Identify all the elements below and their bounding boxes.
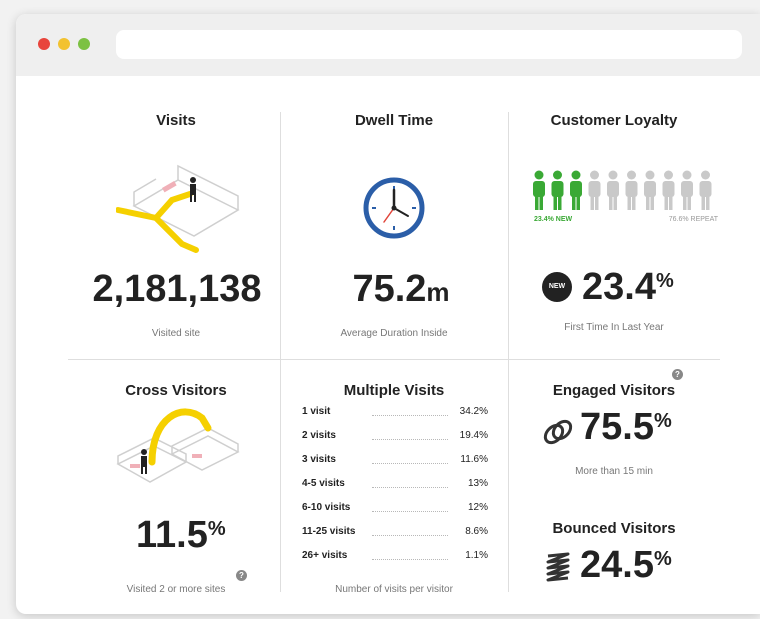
browser-window: Visits 2,181,138 Visited site Dwell Time [16, 14, 760, 614]
multiple-visits-list: 1 visit 34.2% 2 visits 19.4% 3 visits 11.6% 4-… [302, 406, 488, 586]
dot-leader [372, 415, 448, 416]
customer-loyalty-percent: % [655, 270, 674, 292]
table-row: 26+ visits 1.1% [302, 550, 488, 564]
engaged-visitors-value: 75.5% [580, 406, 672, 449]
visit-share-value: 12% [467, 502, 488, 513]
new-customer-person-icon [551, 170, 564, 210]
cross-visitors-info-icon[interactable]: ? [236, 570, 247, 581]
store-entry-illustration [116, 164, 240, 253]
repeat-customer-person-icon [607, 170, 619, 210]
engaged-visitors-caption: More than 15 min [575, 466, 653, 477]
bounced-visitors-percent: % [653, 548, 672, 570]
repeat-customer-person-icon [662, 170, 675, 210]
spring-icon [546, 552, 570, 582]
visit-count-label: 26+ visits [302, 550, 348, 561]
new-badge-icon: NEW [542, 272, 572, 302]
repeat-customer-person-icon [588, 170, 601, 210]
visits-caption: Visited site [151, 328, 201, 339]
visit-count-label: 11-25 visits [302, 526, 356, 537]
dot-leader [372, 511, 448, 512]
column-divider [280, 112, 281, 592]
people-loyalty-chart [533, 170, 712, 210]
visit-count-label: 3 visits [302, 454, 336, 465]
dot-leader [372, 535, 448, 536]
address-bar[interactable] [116, 30, 742, 59]
table-row: 6-10 visits 12% [302, 502, 488, 516]
dwell-time-caption: Average Duration Inside [340, 328, 448, 339]
dwell-time-unit: m [426, 277, 450, 307]
dwell-time-title: Dwell Time [354, 112, 434, 129]
visit-share-value: 34.2% [459, 406, 488, 417]
clock-icon [363, 177, 425, 239]
bounced-visitors-title: Bounced Visitors [552, 520, 676, 537]
link-icon [543, 419, 573, 445]
visit-count-label: 2 visits [302, 430, 336, 441]
maximize-window-button[interactable] [78, 38, 90, 50]
minimize-window-button[interactable] [58, 38, 70, 50]
engaged-visitors-info-icon[interactable]: ? [672, 369, 683, 380]
engaged-visitors-title: Engaged Visitors [552, 382, 676, 399]
close-window-button[interactable] [38, 38, 50, 50]
loyalty-new-label: 23.4% NEW [534, 216, 573, 223]
table-row: 2 visits 19.4% [302, 430, 488, 444]
new-customer-person-icon [533, 170, 545, 210]
cross-visitors-percent: % [207, 518, 226, 540]
visit-share-value: 13% [467, 478, 488, 489]
browser-titlebar [16, 14, 760, 76]
customer-loyalty-value: 23.4% [582, 266, 674, 309]
visit-share-value: 19.4% [459, 430, 488, 441]
visit-count-label: 4-5 visits [302, 478, 345, 489]
repeat-customer-person-icon [699, 170, 712, 210]
bounced-visitors-number: 24.5 [580, 544, 654, 586]
new-customer-person-icon [570, 170, 582, 210]
visit-share-value: 11.6% [460, 454, 488, 465]
dashboard: Visits 2,181,138 Visited site Dwell Time [16, 76, 760, 614]
repeat-customer-person-icon [681, 170, 693, 210]
multiple-visits-caption: Number of visits per visitor [335, 584, 453, 595]
visits-value: 2,181,138 [92, 268, 262, 310]
visit-count-label: 6-10 visits [302, 502, 351, 513]
table-row: 4-5 visits 13% [302, 478, 488, 492]
visit-count-label: 1 visit [302, 406, 331, 417]
cross-visitors-title: Cross Visitors [125, 382, 227, 399]
cross-visitors-caption: Visited 2 or more sites [126, 584, 226, 595]
dot-leader [372, 487, 448, 488]
cross-visitors-value: 11.5% [136, 514, 226, 557]
visits-title: Visits [156, 112, 196, 129]
engaged-visitors-percent: % [653, 410, 672, 432]
bounced-visitors-value: 24.5% [580, 544, 672, 587]
column-divider [508, 112, 509, 592]
cross-visitors-number: 11.5 [136, 514, 208, 556]
customer-loyalty-number: 23.4 [582, 266, 656, 308]
repeat-customer-person-icon [625, 170, 638, 210]
repeat-customer-person-icon [644, 170, 656, 210]
table-row: 11-25 visits 8.6% [302, 526, 488, 540]
table-row: 3 visits 11.6% [302, 454, 488, 468]
dwell-time-number: 75.2 [352, 268, 427, 310]
engaged-visitors-number: 75.5 [580, 406, 654, 448]
dot-leader [372, 559, 448, 560]
dot-leader [372, 463, 448, 464]
visit-share-value: 8.6% [465, 526, 488, 537]
cross-sites-illustration [116, 408, 240, 483]
table-row: 1 visit 34.2% [302, 406, 488, 420]
customer-loyalty-caption: First Time In Last Year [564, 322, 664, 333]
customer-loyalty-title: Customer Loyalty [550, 112, 678, 129]
multiple-visits-title: Multiple Visits [343, 382, 445, 399]
dwell-time-value: 75.2m [316, 268, 486, 311]
row-divider [68, 359, 720, 360]
visit-share-value: 1.1% [465, 550, 488, 561]
loyalty-repeat-label: 76.6% REPEAT [668, 216, 718, 223]
dot-leader [372, 439, 448, 440]
